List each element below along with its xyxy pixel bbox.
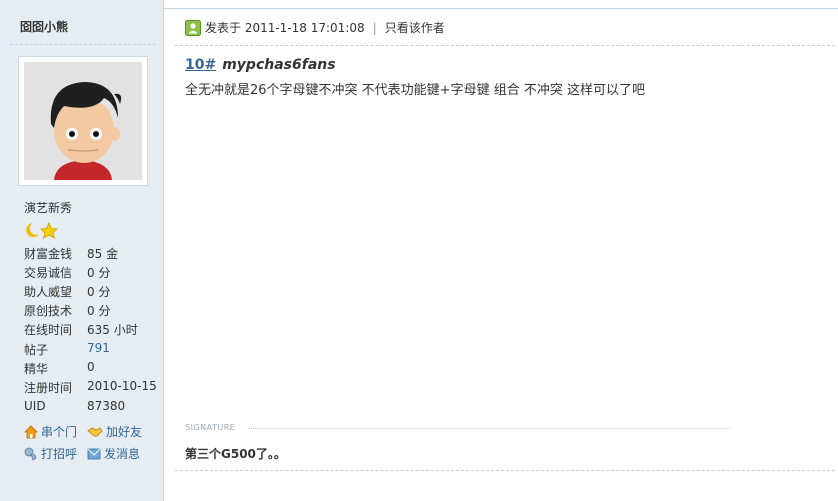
signature-label: SIGNATURE [185, 423, 236, 432]
stat-label-trust: 交易诚信 [24, 266, 73, 280]
post-floor: 10# mypchas6fans [185, 57, 336, 73]
stat-value-original: 0 分 [87, 304, 111, 318]
stat-value-money: 85 金 [87, 247, 119, 261]
stat-value-digest: 0 [87, 360, 95, 374]
stat-label-online: 在线时间 [24, 323, 73, 337]
signature-text: 第三个G500了。。 [185, 447, 286, 461]
floor-number[interactable]: 10# [185, 57, 216, 73]
rank-star-icon [26, 222, 58, 239]
header-divider [175, 45, 835, 46]
stat-label-uid: UID [24, 399, 46, 413]
stat-value-trust: 0 分 [87, 266, 111, 280]
stat-label-digest: 精华 [24, 362, 49, 376]
serial-button[interactable]: 串个门 [24, 423, 77, 440]
separator: | [372, 20, 377, 35]
message-button[interactable]: 发消息 [87, 445, 140, 462]
post-title: mypchas6fans [222, 57, 336, 73]
greet-icon [24, 447, 37, 461]
avatar[interactable] [18, 56, 148, 186]
stat-value-online: 635 小时 [87, 323, 138, 337]
envelope-icon [87, 448, 101, 459]
post-bottom-divider [175, 470, 835, 471]
stat-value-register: 2010-10-15 [87, 379, 157, 393]
message-label: 发消息 [104, 447, 141, 461]
signature-divider [248, 428, 730, 429]
handshake-icon [87, 426, 103, 437]
rank-title: 演艺新秀 [24, 201, 73, 215]
sidebar-divider [10, 44, 156, 45]
house-icon [24, 424, 38, 438]
add-friend-label: 加好友 [106, 425, 143, 439]
stat-label-money: 财富金钱 [24, 247, 73, 261]
greet-button[interactable]: 打招呼 [24, 445, 77, 462]
stat-value-uid: 87380 [87, 399, 126, 413]
post-meta: 发表于 2011-1-18 17:01:08 | 只看该作者 [185, 19, 445, 36]
stat-label-register: 注册时间 [24, 381, 73, 395]
stat-label-original: 原创技术 [24, 304, 73, 318]
stat-label-prestige: 助人威望 [24, 285, 73, 299]
stat-value-prestige: 0 分 [87, 285, 111, 299]
greet-label: 打招呼 [41, 447, 78, 461]
serial-label: 串个门 [41, 425, 78, 439]
post-time: 发表于 2011-1-18 17:01:08 [205, 21, 365, 35]
author-name[interactable]: 囵囵小熊 [20, 18, 68, 35]
only-author-link[interactable]: 只看该作者 [385, 19, 445, 36]
author-sidebar: 囵囵小熊 演艺新秀 财富金钱 85 金 交易诚信 0 分 助人威望 0 分 原创… [0, 0, 164, 501]
stat-label-posts: 帖子 [24, 343, 49, 357]
post-content: 全无冲就是26个字母键不冲突 不代表功能键+字母键 组合 不冲突 这样可以了吧 [185, 83, 645, 98]
stat-value-posts[interactable]: 791 [87, 341, 110, 355]
add-friend-button[interactable]: 加好友 [87, 423, 142, 440]
online-user-icon [185, 19, 201, 36]
avatar-image [24, 62, 142, 180]
